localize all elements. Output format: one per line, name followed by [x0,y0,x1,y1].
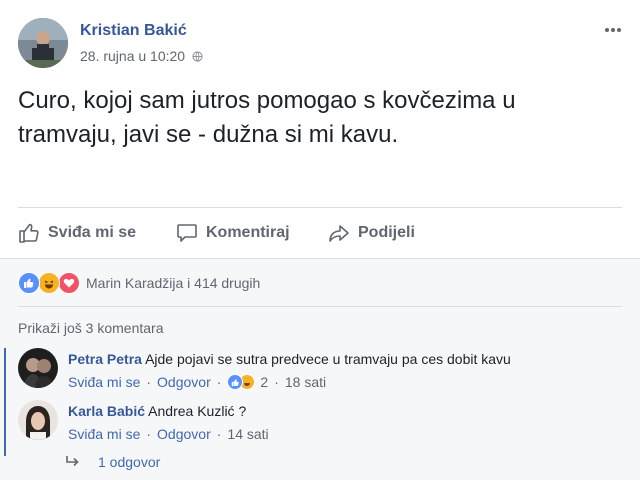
reactions-summary[interactable]: Marin Karadžija i 414 drugih [18,272,260,294]
post-actions: Sviđa mi se Komentiraj Podijeli [18,215,618,251]
comment-body: Petra Petra Ajde pojavi se sutra predvec… [68,350,608,368]
view-more-comments-link[interactable]: Prikaži još 3 komentara [18,320,164,336]
comment-like-link[interactable]: Sviđa mi se [68,374,140,390]
comment-highlight-bar [4,348,6,456]
divider [18,306,622,307]
comment-meta: Sviđa mi se · Odgovor · 2 · 18 sati [68,374,326,390]
comment-body: Karla Babić Andrea Kuzlić ? [68,402,608,420]
like-button[interactable]: Sviđa mi se [18,215,136,251]
comment-reaction-count[interactable]: 2 [260,374,268,390]
love-icon [58,272,80,294]
post-card: Kristian Bakić 28. rujna u 10:20 Curo, k… [0,0,640,480]
separator: · [216,426,222,442]
like-label: Sviđa mi se [48,224,137,241]
comment-author[interactable]: Petra Petra [68,351,142,367]
timestamp-text[interactable]: 28. rujna u 10:20 [80,48,185,64]
separator: · [146,426,152,442]
comment-time[interactable]: 14 sati [227,426,268,442]
comment-reply-link[interactable]: Odgovor [157,374,211,390]
comment-text: Andrea Kuzlić ? [148,403,247,419]
comment-label: Komentiraj [206,224,290,241]
comment-reactions[interactable] [227,374,257,390]
globe-icon [192,51,203,62]
author-avatar[interactable] [18,18,68,68]
replies-count[interactable]: 1 odgovor [98,454,160,470]
reaction-icons [18,272,84,294]
comment-button[interactable]: Komentiraj [176,215,290,251]
comment-author[interactable]: Karla Babić [68,403,145,419]
share-label: Podijeli [358,224,415,241]
reply-arrow-icon [66,456,79,467]
comment-text: Ajde pojavi se sutra predvece u tramvaju… [145,351,511,367]
comment-time[interactable]: 18 sati [285,374,326,390]
share-icon [329,225,349,242]
comment-reply-link[interactable]: Odgovor [157,426,211,442]
comment-icon [177,224,197,242]
like-icon [18,272,40,294]
view-replies-link[interactable]: 1 odgovor [64,454,160,470]
commenter-avatar[interactable] [18,400,58,440]
share-button[interactable]: Podijeli [328,215,415,251]
separator: · [216,374,222,390]
separator: · [146,374,152,390]
comment-like-link[interactable]: Sviđa mi se [68,426,140,442]
thumbs-up-icon [19,223,39,243]
divider [18,207,622,208]
post-text: Curo, kojoj sam jutros pomogao s kovčezi… [18,87,516,148]
reactions-text[interactable]: Marin Karadžija i 414 drugih [86,275,260,291]
commenter-avatar[interactable] [18,348,58,388]
comment-meta: Sviđa mi se · Odgovor · 14 sati [68,426,269,442]
post-header: Kristian Bakić 28. rujna u 10:20 [18,18,621,70]
haha-icon [38,272,60,294]
post-timestamp[interactable]: 28. rujna u 10:20 [80,48,203,64]
comments-section: Marin Karadžija i 414 drugih Prikaži još… [0,258,640,480]
separator: · [274,374,279,390]
author-name[interactable]: Kristian Bakić [80,22,187,40]
divider [0,258,640,259]
more-options-icon[interactable] [604,22,624,38]
